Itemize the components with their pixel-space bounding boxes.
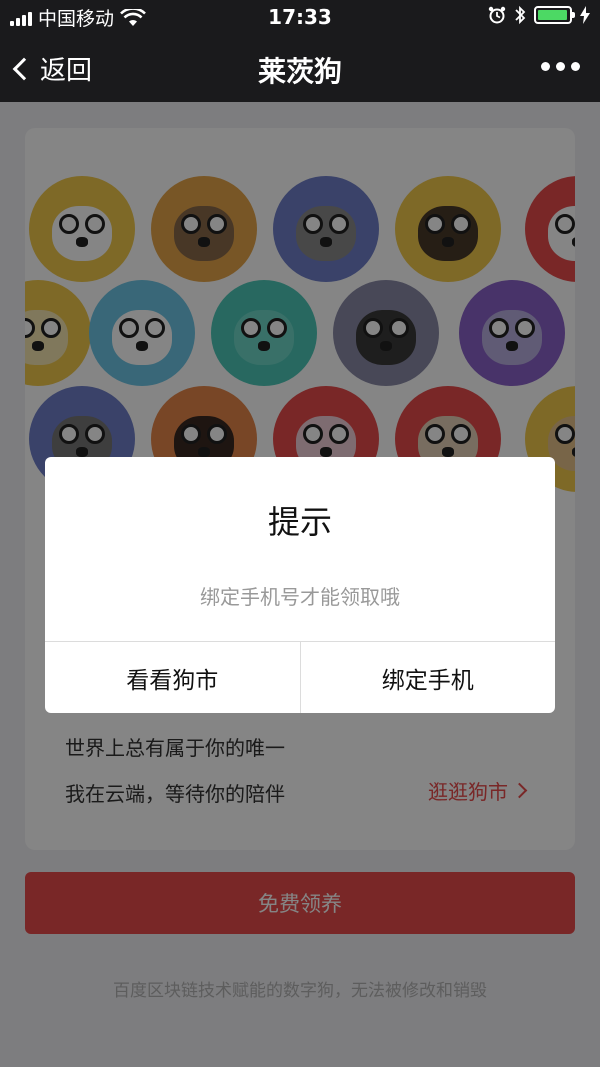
page-title: 莱茨狗 — [257, 55, 342, 88]
battery-icon — [534, 6, 575, 24]
bind-phone-button[interactable]: 绑定手机 — [299, 642, 556, 713]
status-bar-right — [488, 5, 590, 25]
nav-bar: 返回 莱茨狗 — [0, 34, 600, 102]
battery-fill — [538, 10, 567, 20]
view-market-button[interactable]: 看看狗市 — [45, 642, 300, 713]
status-bar: 中国移动 17:33 — [0, 0, 600, 34]
dialog-title: 提示 — [267, 503, 332, 541]
dialog-actions: 看看狗市 绑定手机 — [45, 641, 555, 713]
more-dots-icon[interactable] — [541, 62, 580, 71]
prompt-dialog: 提示 绑定手机号才能领取哦 看看狗市 绑定手机 — [45, 457, 555, 713]
bluetooth-icon — [515, 5, 526, 25]
charging-icon — [580, 6, 590, 24]
dialog-message: 绑定手机号才能领取哦 — [200, 585, 400, 609]
alarm-icon — [488, 6, 506, 24]
